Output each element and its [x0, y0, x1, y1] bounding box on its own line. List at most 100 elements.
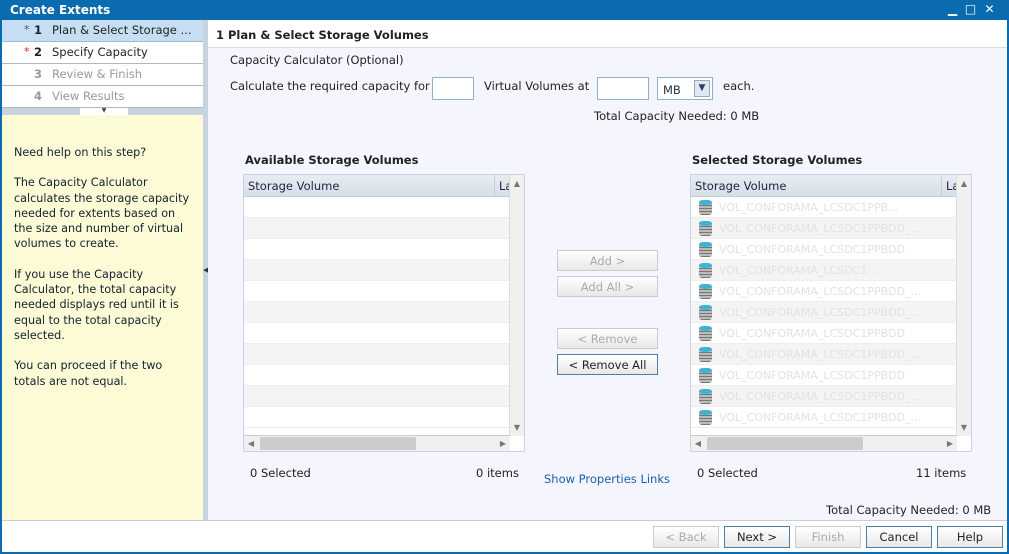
table-row[interactable]: VOL_CONFORAMA_LCSDC1PPBDD_...	[691, 218, 957, 239]
table-row[interactable]: VOL_CONFORAMA_LCSDC1PPBDD	[691, 365, 957, 386]
step-4: 4 View Results	[2, 86, 203, 108]
collapse-handle[interactable]: ▼	[2, 108, 203, 115]
next-button[interactable]: Next >	[724, 526, 790, 548]
arrow-up-icon[interactable]: ▲	[957, 179, 971, 188]
scroll-thumb[interactable]	[260, 437, 416, 450]
volume-name: VOL_CONFORAMA_LCSDC1PPBDD	[719, 327, 906, 340]
back-button[interactable]: < Back	[653, 526, 719, 548]
vertical-scrollbar[interactable]: ▲ ▼	[956, 175, 971, 436]
table-row[interactable]	[244, 365, 510, 386]
storage-volume-icon	[699, 389, 712, 404]
calc-prefix-label: Calculate the required capacity for	[230, 79, 430, 93]
add-button[interactable]: Add >	[557, 250, 658, 271]
close-button[interactable]: ✕	[983, 3, 996, 16]
arrow-down-icon[interactable]: ▼	[510, 423, 524, 432]
table-row[interactable]	[244, 407, 510, 428]
unit-value: MB	[663, 83, 681, 97]
arrow-left-icon[interactable]: ◀	[691, 439, 705, 448]
table-row[interactable]	[244, 386, 510, 407]
available-table[interactable]: Storage Volume La ▲ ▼ ◀ ▶	[243, 174, 525, 452]
help-text: You can proceed if the two totals are no…	[14, 359, 163, 388]
current-marker-icon: *	[24, 23, 30, 36]
table-row[interactable]	[244, 239, 510, 260]
available-title: Available Storage Volumes	[245, 153, 419, 167]
volume-name: VOL_CONFORAMA_LCSDC1PPBDD_...	[719, 285, 922, 298]
selected-selected-count: 0 Selected	[697, 466, 758, 480]
selected-item-count: 11 items	[916, 466, 967, 480]
table-row[interactable]	[244, 323, 510, 344]
table-row[interactable]	[244, 197, 510, 218]
cancel-button[interactable]: Cancel	[866, 526, 932, 548]
step-label: View Results	[52, 89, 125, 103]
table-row[interactable]: VOL_CONFORAMA_LCSDC1PPBDD_...	[691, 407, 957, 428]
minimize-button[interactable]: ▁	[946, 3, 959, 16]
help-button[interactable]: Help	[937, 526, 1003, 548]
volume-name: VOL_CONFORAMA_LCSDC1PPBDD_...	[719, 390, 922, 403]
table-row[interactable]	[244, 344, 510, 365]
table-row[interactable]: VOL_CONFORAMA_LCSDC1PPB...	[691, 197, 957, 218]
step-2[interactable]: * 2 Specify Capacity	[2, 42, 203, 64]
main-panel: 1 Plan & Select Storage Volumes Capacity…	[208, 20, 1007, 520]
storage-volume-icon	[699, 221, 712, 236]
column-header-storage-volume[interactable]: Storage Volume	[244, 175, 494, 197]
horizontal-scrollbar[interactable]: ◀ ▶	[691, 435, 957, 451]
table-row[interactable]: VOL_CONFORAMA_LCSDC1PPBDD	[691, 239, 957, 260]
scroll-thumb[interactable]	[707, 437, 863, 450]
selected-title: Selected Storage Volumes	[692, 153, 863, 167]
table-row[interactable]	[244, 218, 510, 239]
arrow-right-icon[interactable]: ▶	[943, 439, 957, 448]
table-row[interactable]	[244, 260, 510, 281]
storage-volume-icon	[699, 368, 712, 383]
storage-volume-icon	[699, 326, 712, 341]
arrow-left-icon[interactable]: ◀	[244, 439, 258, 448]
table-row[interactable]: VOL_CONFORAMA_LCSDC1PPBDD_...	[691, 302, 957, 323]
arrow-up-icon[interactable]: ▲	[510, 179, 524, 188]
table-row[interactable]	[244, 302, 510, 323]
table-row[interactable]: VOL_CONFORAMA_LCSDC1...	[691, 260, 957, 281]
remove-all-button[interactable]: < Remove All	[557, 354, 658, 375]
footer: < Back Next > Finish Cancel Help	[2, 520, 1007, 552]
volume-size-input[interactable]	[597, 77, 649, 100]
table-row[interactable]: VOL_CONFORAMA_LCSDC1PPBDD_...	[691, 344, 957, 365]
required-icon: *	[24, 45, 30, 58]
table-row[interactable]: VOL_CONFORAMA_LCSDC1PPBDD_...	[691, 386, 957, 407]
storage-volume-icon	[699, 305, 712, 320]
step-3: 3 Review & Finish	[2, 64, 203, 86]
vertical-scrollbar[interactable]: ▲ ▼	[509, 175, 524, 436]
storage-volume-icon	[699, 284, 712, 299]
help-heading: Need help on this step?	[14, 146, 147, 159]
column-header-la[interactable]: La	[494, 175, 512, 197]
calc-suffix-label: each.	[723, 79, 755, 93]
arrow-right-icon[interactable]: ▶	[496, 439, 510, 448]
help-panel: Need help on this step? The Capacity Cal…	[2, 115, 203, 520]
table-row[interactable]	[244, 281, 510, 302]
unit-select[interactable]: MB ▼	[657, 77, 713, 100]
volume-count-input[interactable]	[432, 77, 474, 100]
table-row[interactable]: VOL_CONFORAMA_LCSDC1PPBDD	[691, 323, 957, 344]
calc-total: Total Capacity Needed: 0 MB	[594, 109, 760, 123]
storage-volume-icon	[699, 410, 712, 425]
storage-volume-icon	[699, 200, 712, 215]
column-header-la[interactable]: La	[941, 175, 959, 197]
chevron-down-icon: ▼	[694, 80, 710, 97]
horizontal-scrollbar[interactable]: ◀ ▶	[244, 435, 510, 451]
maximize-button[interactable]: □	[964, 3, 977, 16]
arrow-down-icon[interactable]: ▼	[957, 423, 971, 432]
column-header-storage-volume[interactable]: Storage Volume	[691, 175, 941, 197]
volume-name: VOL_CONFORAMA_LCSDC1PPBDD	[719, 243, 906, 256]
step-label: Specify Capacity	[52, 45, 148, 59]
selected-table[interactable]: Storage Volume La VOL_CONFORAMA_LCSDC1PP…	[690, 174, 972, 452]
finish-button[interactable]: Finish	[795, 526, 861, 548]
storage-volume-icon	[699, 242, 712, 257]
add-all-button[interactable]: Add All >	[557, 276, 658, 297]
window-title: Create Extents	[0, 0, 1009, 20]
volume-name: VOL_CONFORAMA_LCSDC1PPBDD_...	[719, 348, 922, 361]
show-properties-link[interactable]: Show Properties Links	[544, 472, 670, 486]
remove-button[interactable]: < Remove	[557, 328, 658, 349]
storage-volume-icon	[699, 263, 712, 278]
step-1[interactable]: * 1 Plan & Select Storage ...	[2, 20, 203, 42]
volume-name: VOL_CONFORAMA_LCSDC1PPBDD_...	[719, 411, 922, 424]
table-row[interactable]: VOL_CONFORAMA_LCSDC1PPBDD_...	[691, 281, 957, 302]
step-number: 1	[34, 23, 43, 37]
help-text: If you use the Capacity Calculator, the …	[14, 267, 179, 342]
